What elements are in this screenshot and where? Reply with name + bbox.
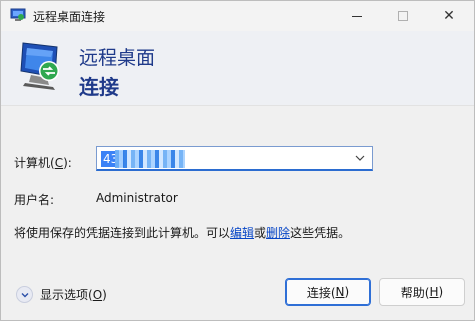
show-options-toggle[interactable]: 显示选项(O) <box>16 286 107 303</box>
username-value: Administrator <box>96 191 178 205</box>
close-icon: ✕ <box>443 8 455 24</box>
maximize-icon <box>398 11 408 21</box>
computer-combobox[interactable]: 43. <box>96 146 373 171</box>
chevron-down-icon <box>21 292 28 297</box>
delete-credentials-link[interactable]: 删除 <box>266 226 290 240</box>
computer-label: 计算机(C): <box>14 156 72 170</box>
divider <box>1 105 474 106</box>
remote-desktop-icon <box>10 8 26 21</box>
header-banner: 远程桌面 连接 <box>1 31 474 105</box>
username-label: 用户名: <box>14 193 55 207</box>
edit-credentials-link[interactable]: 编辑 <box>230 226 254 240</box>
window-title: 远程桌面连接 <box>33 10 106 24</box>
close-button[interactable]: ✕ <box>426 1 472 31</box>
redacted-address <box>115 150 185 168</box>
title-bar[interactable]: 远程桌面连接 ✕ <box>1 1 474 31</box>
maximize-button[interactable] <box>380 1 426 31</box>
header-title-line2: 连接 <box>79 75 119 99</box>
connect-button[interactable]: 连接(N) <box>285 278 371 306</box>
header-title-line1: 远程桌面 <box>79 47 156 69</box>
show-options-label[interactable]: 显示选项(O) <box>40 286 107 303</box>
minimize-button[interactable] <box>334 1 380 31</box>
credentials-info: 将使用保存的凭据连接到此计算机。可以编辑或删除这些凭据。 <box>14 226 351 240</box>
chevron-down-icon[interactable] <box>354 152 366 164</box>
remote-desktop-monitor-icon <box>20 42 59 90</box>
remote-desktop-window: 远程桌面连接 ✕ 远程桌面 连接 计算机(C): 43. 用户名: Admini… <box>0 0 475 321</box>
minimize-icon <box>352 15 362 17</box>
help-button[interactable]: 帮助(H) <box>379 278 465 306</box>
expand-chevron-icon[interactable] <box>16 286 33 303</box>
